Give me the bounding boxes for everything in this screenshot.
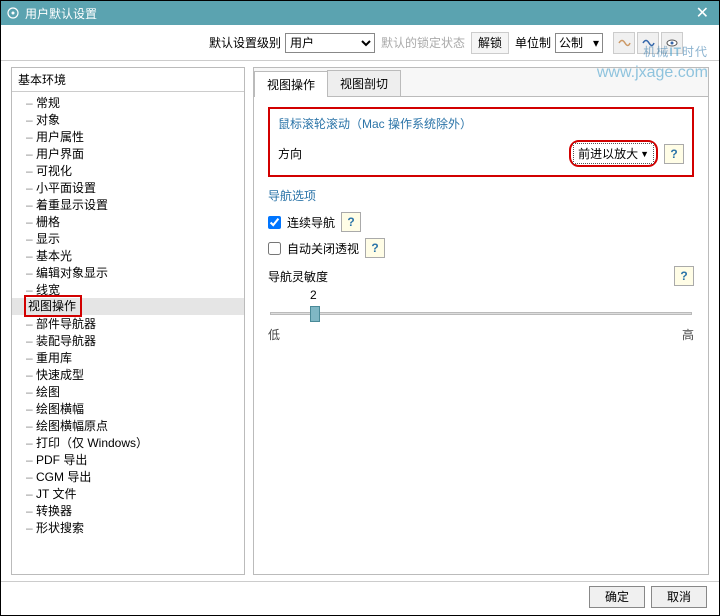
close-icon[interactable]: ✕ — [692, 3, 713, 23]
tree-item[interactable]: –着重显示设置 — [12, 196, 244, 213]
lock-state-label: 默认的锁定状态 — [381, 34, 465, 51]
sensitivity-slider[interactable] — [270, 304, 692, 322]
tool-icon-1[interactable] — [613, 32, 635, 54]
slider-high: 高 — [682, 326, 694, 343]
scroll-section-highlight: 鼠标滚轮滚动（Mac 操作系统除外） 方向 前进以放大 ▼ ? — [268, 107, 694, 177]
tool-icon-3[interactable] — [661, 32, 683, 54]
tree-item[interactable]: –PDF 导出 — [12, 451, 244, 468]
sensitivity-label: 导航灵敏度 — [268, 268, 328, 285]
tab[interactable]: 视图操作 — [254, 71, 328, 97]
tool-icon-2[interactable] — [637, 32, 659, 54]
tree-item[interactable]: –对象 — [12, 111, 244, 128]
tree-item[interactable]: –重用库 — [12, 349, 244, 366]
unit-label: 单位制 — [515, 34, 551, 51]
sensitivity-value: 2 — [310, 288, 694, 302]
scroll-section-title: 鼠标滚轮滚动（Mac 操作系统除外） — [278, 115, 684, 132]
help-icon[interactable]: ? — [341, 212, 361, 232]
gear-icon — [7, 7, 19, 19]
tree-item[interactable]: –绘图横幅 — [12, 400, 244, 417]
direction-label: 方向 — [278, 145, 302, 162]
tabstrip: 视图操作视图剖切 — [254, 68, 708, 97]
chevron-down-icon: ▾ — [593, 36, 599, 50]
tree-item[interactable]: –显示 — [12, 230, 244, 247]
tree-item[interactable]: –打印（仅 Windows） — [12, 434, 244, 451]
continuous-nav-checkbox[interactable] — [268, 216, 281, 229]
tree-item[interactable]: 视图操作 — [12, 298, 244, 315]
tree: –常规–对象–用户属性–用户界面–可视化–小平面设置–着重显示设置–栅格–显示–… — [12, 92, 244, 538]
autoclose-checkbox[interactable] — [268, 242, 281, 255]
sidebar: 基本环境 –常规–对象–用户属性–用户界面–可视化–小平面设置–着重显示设置–栅… — [11, 67, 245, 575]
tree-item[interactable]: –用户界面 — [12, 145, 244, 162]
help-icon[interactable]: ? — [664, 144, 684, 164]
tree-item[interactable]: –小平面设置 — [12, 179, 244, 196]
slider-low: 低 — [268, 326, 280, 343]
autoclose-label: 自动关闭透视 — [287, 240, 359, 257]
tree-item[interactable]: –快速成型 — [12, 366, 244, 383]
tree-item[interactable]: –JT 文件 — [12, 485, 244, 502]
main-panel: 视图操作视图剖切 鼠标滚轮滚动（Mac 操作系统除外） 方向 前进以放大 ▼ ? — [253, 67, 709, 575]
toolbar: 默认设置级别 用户 默认的锁定状态 解锁 单位制 公制▾ — [1, 25, 719, 61]
tree-item[interactable]: –常规 — [12, 94, 244, 111]
tree-item[interactable]: –用户属性 — [12, 128, 244, 145]
window-title: 用户默认设置 — [25, 5, 692, 22]
tree-item[interactable]: –形状搜索 — [12, 519, 244, 536]
tree-item[interactable]: –绘图 — [12, 383, 244, 400]
content: 鼠标滚轮滚动（Mac 操作系统除外） 方向 前进以放大 ▼ ? 导航选项 — [254, 97, 708, 574]
nav-section-title: 导航选项 — [268, 187, 694, 204]
tree-item[interactable]: –转换器 — [12, 502, 244, 519]
sidebar-caption: 基本环境 — [12, 68, 244, 92]
level-label: 默认设置级别 — [209, 34, 281, 51]
cancel-button[interactable]: 取消 — [651, 586, 707, 608]
help-icon[interactable]: ? — [365, 238, 385, 258]
tree-item[interactable]: –栅格 — [12, 213, 244, 230]
chevron-down-icon: ▼ — [640, 149, 649, 159]
level-select[interactable]: 用户 — [285, 33, 375, 53]
direction-dropdown[interactable]: 前进以放大 ▼ — [573, 143, 654, 164]
tree-item[interactable]: –装配导航器 — [12, 332, 244, 349]
ok-button[interactable]: 确定 — [589, 586, 645, 608]
tab[interactable]: 视图剖切 — [327, 70, 401, 96]
tree-item[interactable]: –可视化 — [12, 162, 244, 179]
unit-select[interactable]: 公制▾ — [555, 33, 603, 53]
continuous-nav-label: 连续导航 — [287, 214, 335, 231]
tree-item[interactable]: –部件导航器 — [12, 315, 244, 332]
footer: 确定 取消 — [1, 581, 719, 611]
help-icon[interactable]: ? — [674, 266, 694, 286]
tree-item[interactable]: –CGM 导出 — [12, 468, 244, 485]
tree-item[interactable]: –绘图横幅原点 — [12, 417, 244, 434]
direction-dropdown-highlight: 前进以放大 ▼ — [569, 140, 658, 167]
titlebar: 用户默认设置 ✕ — [1, 1, 719, 25]
lock-button[interactable]: 解锁 — [471, 32, 509, 54]
tree-item[interactable]: –基本光 — [12, 247, 244, 264]
tree-item[interactable]: –编辑对象显示 — [12, 264, 244, 281]
slider-thumb[interactable] — [310, 306, 320, 322]
